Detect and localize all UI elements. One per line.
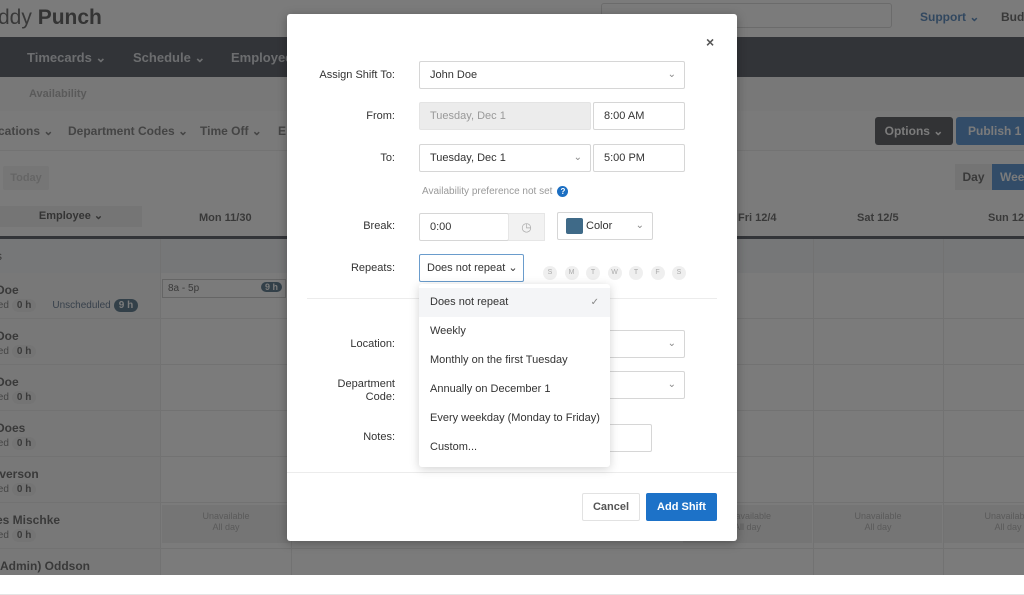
weekday-toggle[interactable]: T [586,266,600,280]
repeat-option[interactable]: Every weekday (Monday to Friday) [419,404,610,433]
to-date-select[interactable]: Tuesday, Dec 1 ⌄ [419,144,591,172]
chevron-down-icon: ⌄ [667,338,676,349]
chevron-down-icon: ⌄ [667,69,676,80]
repeat-option[interactable]: Custom... [419,433,610,462]
weekday-toggle[interactable]: M [564,266,579,280]
to-label: To: [380,152,395,164]
assign-select[interactable]: John Doe ⌄ [419,61,685,89]
weekday-toggle[interactable]: S [543,266,557,280]
cancel-button[interactable]: Cancel [582,493,640,521]
add-shift-button[interactable]: Add Shift [646,493,717,521]
weekday-toggle[interactable]: W [607,266,622,280]
department-label: Department [337,378,395,390]
weekday-toggle[interactable]: F [650,266,665,280]
weekday-toggle[interactable]: S [672,266,686,280]
repeat-option[interactable]: Monthly on the first Tuesday [419,346,610,375]
break-label: Break: [363,220,395,232]
notes-label: Notes: [363,431,395,443]
chevron-down-icon: ⌄ [573,152,582,163]
repeats-dropdown: Does not repeat ✓ Weekly Monthly on the f… [419,284,610,467]
weekday-picker: SMTWTFS [543,261,694,280]
repeats-label: Repeats: [350,262,395,274]
location-label: Location: [350,338,395,350]
repeat-option[interactable]: Annually on December 1 [419,375,610,404]
help-icon[interactable]: ? [557,186,569,197]
footer-divider [287,472,737,473]
check-icon: ✓ [590,297,599,308]
to-time-field[interactable]: 5:00 PM [593,144,685,172]
chevron-down-icon: ⌄ [667,379,676,390]
color-swatch [566,218,583,235]
repeats-select[interactable]: Does not repeat ⌄ [419,254,524,282]
availability-note: Availability preference not set? [422,186,569,197]
chevron-down-icon: ⌄ [635,220,644,231]
close-icon[interactable]: × [706,34,714,50]
break-field[interactable]: 0:00 [419,213,509,241]
color-select[interactable]: Color ⌄ [557,212,653,240]
from-label: From: [366,110,395,122]
from-date-field: Tuesday, Dec 1 [419,102,591,130]
repeat-option[interactable]: Weekly [419,317,610,346]
from-time-field[interactable]: 8:00 AM [593,102,685,130]
repeat-option[interactable]: Does not repeat ✓ [419,288,610,317]
assign-label: Assign Shift To: [319,69,395,81]
weekday-toggle[interactable]: T [629,266,643,280]
chevron-down-icon: ⌄ [508,262,518,274]
department-label-2: Code: [365,391,395,403]
clock-icon[interactable]: ◷ [508,213,545,241]
